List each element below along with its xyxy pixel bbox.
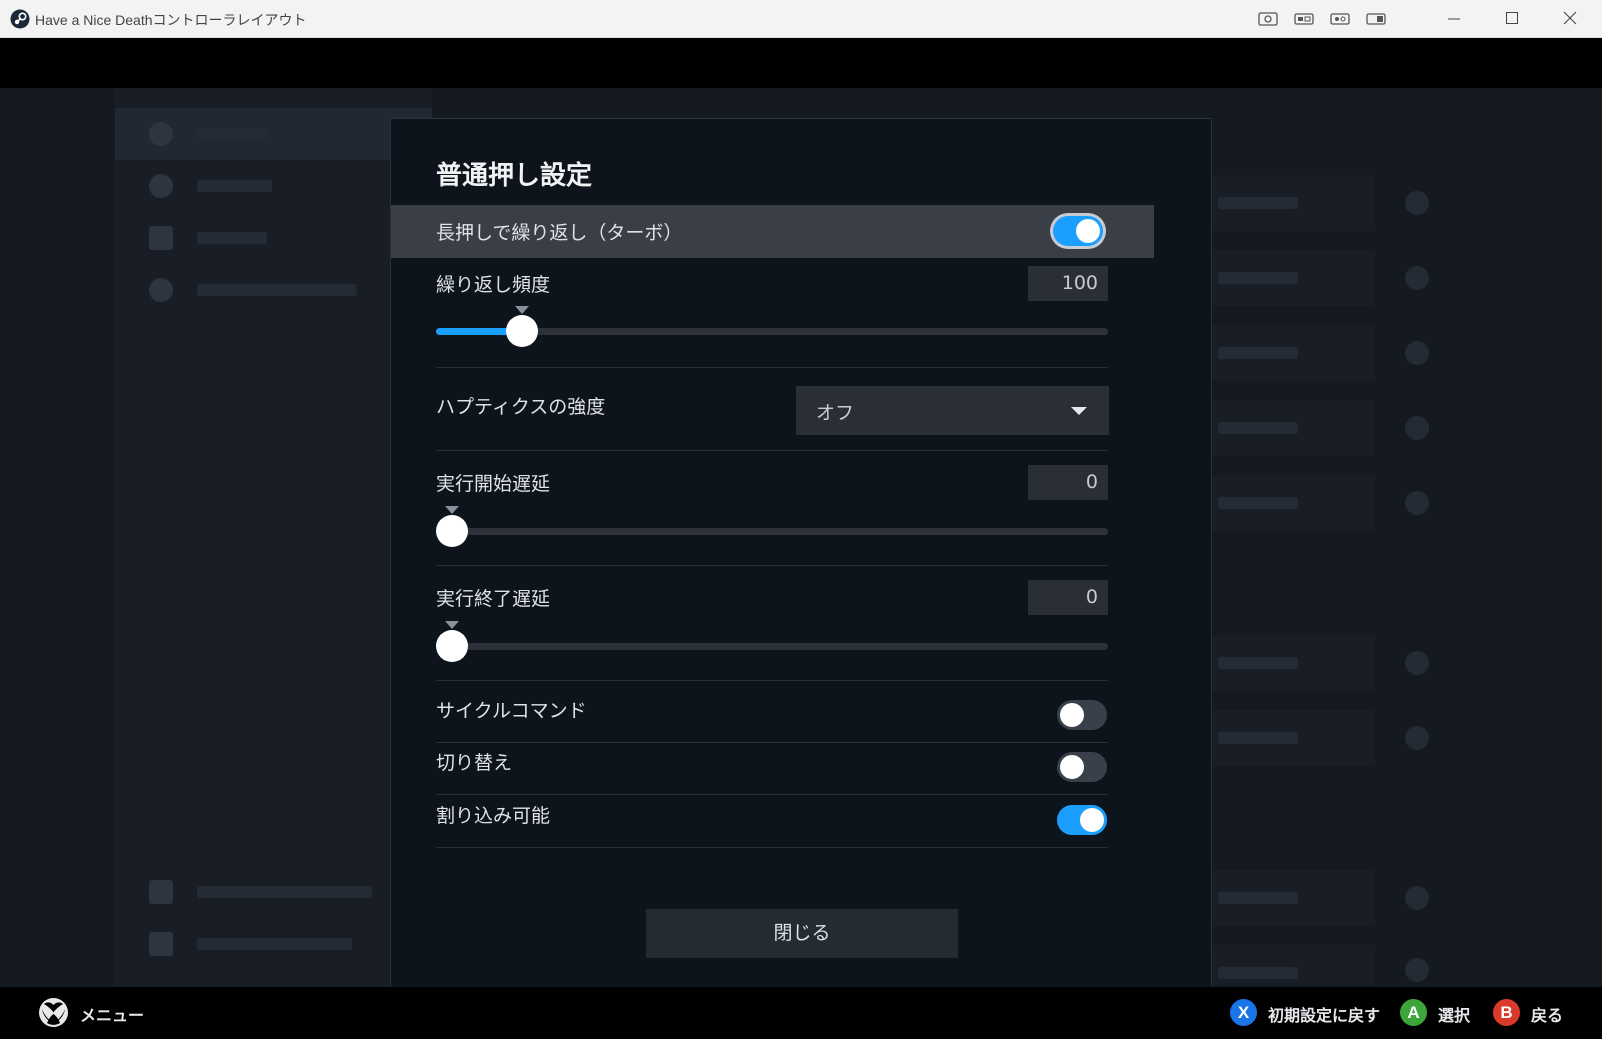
divider [436,565,1108,566]
gear-icon [1405,651,1429,675]
cycle-command-label: サイクルコマンド [436,700,587,722]
gear-icon [1405,726,1429,750]
window-titlebar: Have a Nice Deathコントローラレイアウト [0,0,1602,38]
background-binding-row [1200,400,1375,456]
repeat-rate-slider[interactable] [436,306,1108,347]
background-nav-item [115,264,432,316]
repeat-rate-label: 繰り返し頻度 [436,274,551,296]
end-delay-slider[interactable] [436,621,1108,662]
caret-down-icon [1071,407,1087,415]
background-binding-row [1200,175,1375,231]
reset-defaults-hint[interactable]: 初期設定に戻す [1268,1002,1380,1026]
b-button-icon[interactable]: B [1493,999,1520,1026]
background-binding-row [1200,250,1375,306]
radial-menu-icon [149,880,173,904]
default-tick-icon [445,506,459,514]
xbox-logo-icon[interactable] [38,997,69,1028]
minimize-icon [1448,18,1460,20]
gear-icon [1405,341,1429,365]
gamepad-view-icon[interactable] [1294,10,1314,28]
toggle-knob [1076,219,1100,243]
haptics-label: ハプティクスの強度 [436,396,606,418]
toggle-knob [1060,755,1084,779]
start-delay-slider[interactable] [436,506,1108,547]
background-nav-item [115,160,432,212]
end-delay-label: 実行終了遅延 [436,588,551,610]
press-settings-dialog: 普通押し設定 長押しで繰り返し（ターボ） 繰り返し頻度 100 ハプティクスの強… [390,118,1212,987]
turbo-label: 長押しで繰り返し（ターボ） [436,222,683,244]
slider-thumb[interactable] [436,515,468,547]
background-binding-row [1200,325,1375,381]
toggle-mode-toggle[interactable] [1057,752,1107,782]
top-band [0,38,1602,88]
menu-label[interactable]: メニュー [80,1002,144,1026]
start-delay-value[interactable]: 0 [1028,465,1108,500]
divider [436,680,1108,681]
toggle-knob [1080,808,1104,832]
close-button[interactable]: 閉じる [646,909,958,958]
action-set-icon [149,932,173,956]
minimize-button[interactable] [1426,0,1484,38]
repeat-rate-value[interactable]: 100 [1028,266,1108,301]
slider-thumb[interactable] [506,315,539,347]
gear-icon [1405,266,1429,290]
steam-icon [10,9,30,29]
cycle-command-toggle[interactable] [1057,700,1107,730]
button-icon [149,122,173,146]
turbo-toggle[interactable] [1053,216,1103,246]
divider [436,450,1108,451]
haptics-selected-value: オフ [816,402,855,424]
background-binding-row [1200,945,1375,985]
layout-view-icon[interactable] [1366,10,1386,28]
screenshot-tool-icon[interactable] [1258,10,1278,28]
controller-hint-bar: メニュー X 初期設定に戻す A 選択 B 戻る [0,987,1602,1039]
start-delay-label: 実行開始遅延 [436,473,551,495]
back-hint[interactable]: 戻る [1531,1002,1563,1026]
controller-view-icon[interactable] [1330,10,1350,28]
divider [436,742,1108,743]
default-tick-icon [515,306,530,314]
maximize-button[interactable] [1484,0,1542,38]
gear-icon [1405,416,1429,440]
background-nav-item [115,866,432,918]
slider-thumb[interactable] [436,630,468,662]
default-tick-icon [445,621,459,629]
toggle-mode-label: 切り替え [436,752,513,774]
gear-icon [1405,491,1429,515]
gear-icon [1405,958,1429,982]
gear-icon [1405,191,1429,215]
background-binding-row [1200,475,1375,531]
window-title: Have a Nice Deathコントローラレイアウト [35,12,307,28]
background-binding-row [1200,635,1375,691]
interruptible-toggle[interactable] [1057,805,1107,835]
background-binding-row [1200,870,1375,926]
turbo-row[interactable]: 長押しで繰り返し（ターボ） [391,205,1154,258]
x-button-icon[interactable]: X [1230,999,1257,1026]
trigger-icon [149,226,173,250]
dialog-title: 普通押し設定 [436,161,593,191]
background-nav-item [115,108,432,160]
maximize-icon [1506,12,1518,24]
toggle-knob [1060,703,1084,727]
haptics-dropdown[interactable]: オフ [796,386,1109,435]
divider [436,794,1108,795]
close-icon [1563,11,1577,25]
joystick-icon [149,278,173,302]
close-window-button[interactable] [1542,0,1600,38]
interruptible-label: 割り込み可能 [436,805,551,827]
gear-icon [1405,886,1429,910]
background-nav-item [115,918,432,970]
background-nav-item [115,212,432,264]
divider [436,367,1108,368]
background-binding-row [1200,710,1375,766]
a-button-icon[interactable]: A [1400,999,1427,1026]
select-hint[interactable]: 選択 [1438,1002,1470,1026]
dpad-icon [149,174,173,198]
end-delay-value[interactable]: 0 [1028,580,1108,615]
divider [436,847,1108,848]
